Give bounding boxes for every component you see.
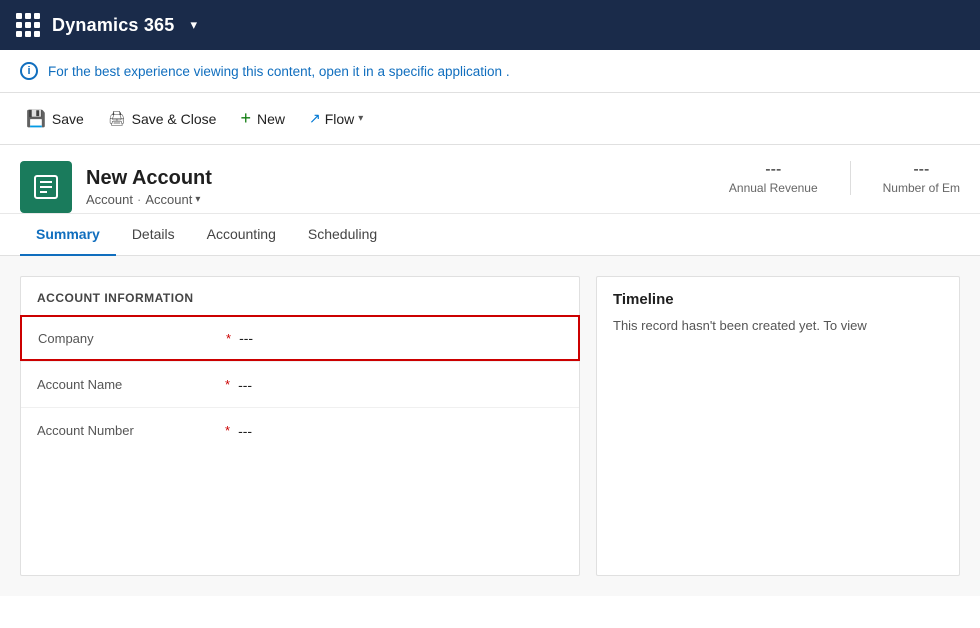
company-required-icon: * — [226, 331, 231, 346]
breadcrumb-parent: Account — [86, 192, 133, 207]
entity-header: New Account Account · Account ▾ --- Annu… — [0, 145, 980, 214]
save-button[interactable]: 💾 Save — [16, 103, 94, 135]
num-employees-value: --- — [883, 161, 960, 179]
num-employees-stat: --- Number of Em — [883, 161, 960, 195]
tab-summary[interactable]: Summary — [20, 214, 116, 256]
breadcrumb-chevron-icon: ▾ — [195, 194, 200, 205]
main-content: ACCOUNT INFORMATION Company * --- Accoun… — [0, 256, 980, 596]
app-title: Dynamics 365 — [52, 15, 174, 36]
account-number-field-row[interactable]: Account Number * --- — [21, 407, 579, 453]
entity-info: New Account Account · Account ▾ — [86, 167, 212, 207]
new-icon: + — [240, 108, 251, 129]
company-field-label: Company — [38, 331, 218, 346]
save-label: Save — [52, 111, 84, 127]
toolbar: 💾 Save 🖨 Save & Close + New ↗ Flow ▾ — [0, 93, 980, 145]
flow-dropdown-icon: ▾ — [358, 113, 363, 124]
account-name-field-value[interactable]: --- — [238, 377, 563, 393]
account-name-field-row[interactable]: Account Name * --- — [21, 361, 579, 407]
save-close-label: Save & Close — [132, 111, 217, 127]
account-name-required-icon: * — [225, 377, 230, 392]
num-employees-label: Number of Em — [883, 181, 960, 195]
breadcrumb-dot: · — [137, 192, 141, 207]
flow-button[interactable]: ↗ Flow ▾ — [299, 104, 373, 133]
annual-revenue-label: Annual Revenue — [729, 181, 818, 195]
waffle-menu-icon[interactable] — [16, 13, 40, 37]
entity-breadcrumb: Account · Account ▾ — [86, 192, 212, 207]
save-icon: 💾 — [26, 109, 46, 129]
stat-divider — [850, 161, 851, 195]
save-close-icon: 🖨 — [108, 110, 126, 127]
flow-label: Flow — [325, 111, 355, 127]
timeline-empty-message: This record hasn't been created yet. To … — [613, 318, 943, 333]
info-banner: i For the best experience viewing this c… — [0, 50, 980, 93]
account-number-field-value[interactable]: --- — [238, 423, 563, 439]
entity-left: New Account Account · Account ▾ — [20, 161, 212, 213]
company-field-value[interactable]: --- — [239, 330, 562, 346]
account-number-field-label: Account Number — [37, 423, 217, 438]
app-dropdown-icon[interactable]: ▾ — [186, 15, 201, 35]
account-info-title: ACCOUNT INFORMATION — [21, 277, 579, 315]
new-button[interactable]: + New — [230, 102, 295, 135]
entity-avatar — [20, 161, 72, 213]
entity-stats: --- Annual Revenue --- Number of Em — [729, 161, 960, 211]
top-navigation: Dynamics 365 ▾ — [0, 0, 980, 50]
company-field-row[interactable]: Company * --- — [20, 315, 580, 361]
entity-title: New Account — [86, 167, 212, 190]
annual-revenue-stat: --- Annual Revenue — [729, 161, 818, 195]
tab-details[interactable]: Details — [116, 214, 191, 256]
tab-accounting[interactable]: Accounting — [191, 214, 292, 256]
flow-icon: ↗ — [309, 110, 321, 127]
breadcrumb-current: Account — [145, 192, 192, 207]
banner-message: For the best experience viewing this con… — [48, 64, 510, 79]
account-info-card: ACCOUNT INFORMATION Company * --- Accoun… — [20, 276, 580, 576]
timeline-card: Timeline This record hasn't been created… — [596, 276, 960, 576]
banner-link[interactable]: specific application — [389, 64, 502, 79]
account-number-required-icon: * — [225, 423, 230, 438]
timeline-title: Timeline — [613, 291, 943, 308]
annual-revenue-value: --- — [729, 161, 818, 179]
tabs-bar: Summary Details Accounting Scheduling — [0, 214, 980, 256]
tab-scheduling[interactable]: Scheduling — [292, 214, 393, 256]
new-label: New — [257, 111, 285, 127]
save-close-button[interactable]: 🖨 Save & Close — [98, 104, 227, 133]
breadcrumb-current-dropdown[interactable]: Account ▾ — [145, 192, 200, 207]
info-icon: i — [20, 62, 38, 80]
account-name-field-label: Account Name — [37, 377, 217, 392]
